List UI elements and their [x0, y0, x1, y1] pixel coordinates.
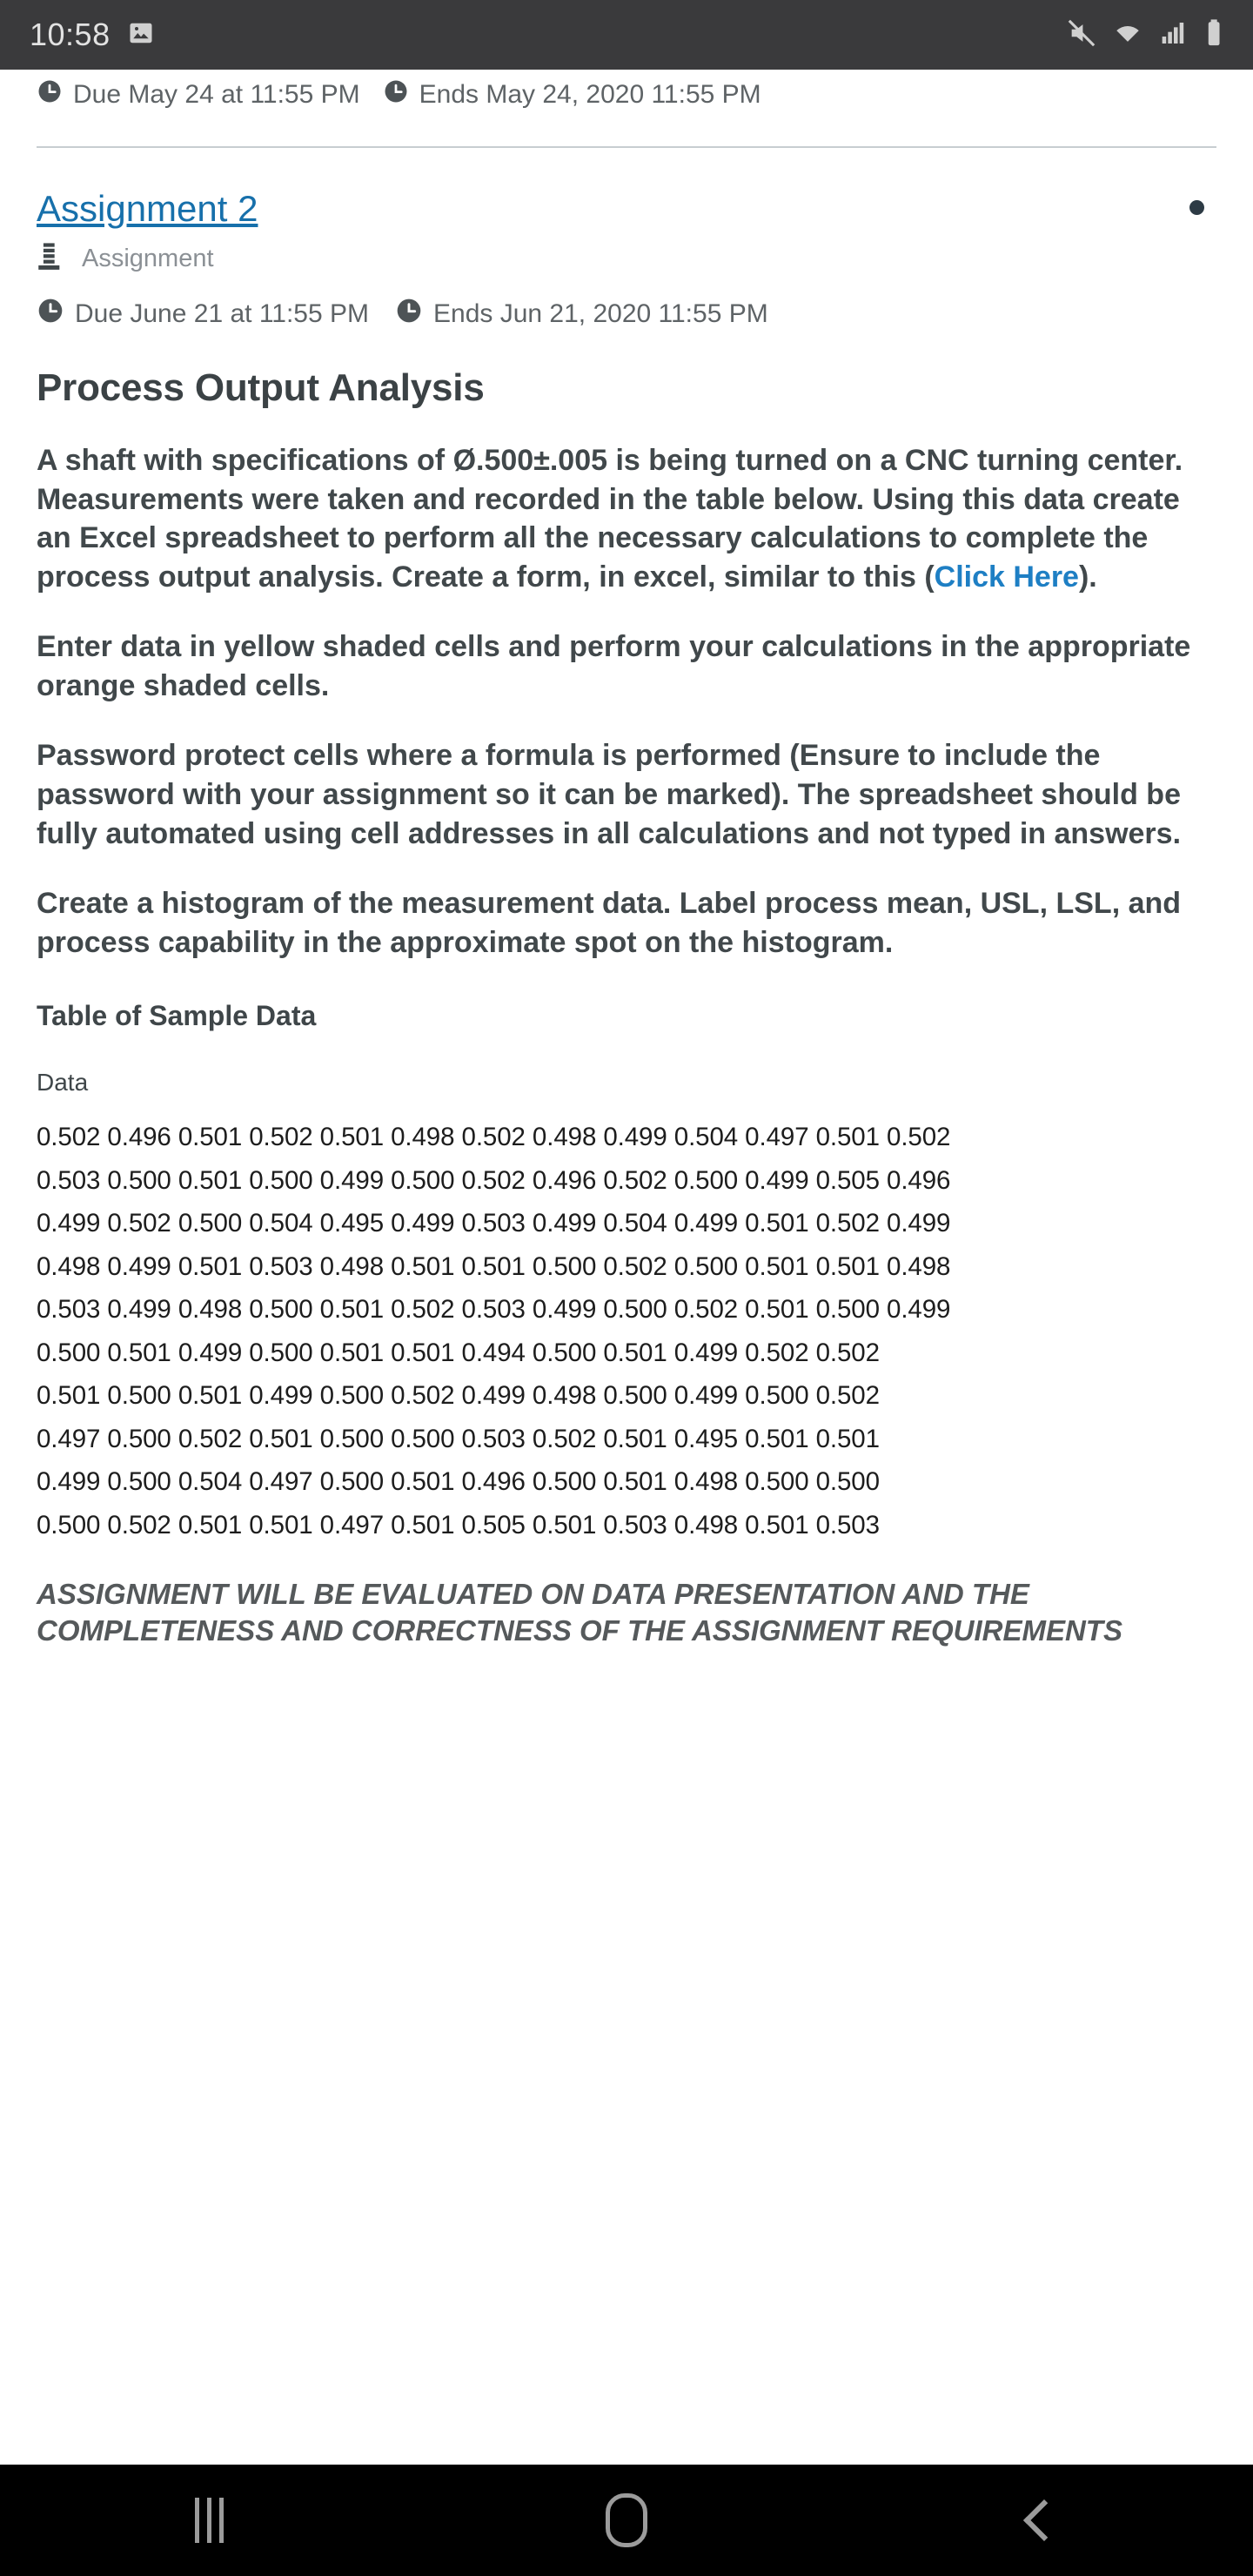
back-chevron-icon — [1022, 2499, 1066, 2542]
android-status-bar: 10:58 — [0, 0, 1253, 70]
assignment-page[interactable]: Due May 24 at 11:55 PM Ends May 24, 2020… — [0, 70, 1253, 2576]
cellular-signal-icon — [1159, 19, 1189, 51]
assignment-header: Assignment 2 Assignment Due June 21 at 1… — [37, 148, 1216, 332]
paragraph-password-protect: Password protect cells where a formula i… — [37, 739, 1182, 850]
home-icon — [606, 2493, 647, 2547]
page-content: Due May 24 at 11:55 PM Ends May 24, 2020… — [0, 70, 1253, 111]
assignment-dates-row: Due June 21 at 11:55 PM Ends Jun 21, 202… — [37, 297, 1216, 332]
status-bar-right — [1067, 18, 1223, 52]
image-icon — [128, 20, 154, 50]
previous-ends-text: Ends May 24, 2020 11:55 PM — [419, 80, 761, 109]
assignment-title-row: Assignment 2 — [37, 188, 1216, 230]
table-heading: Table of Sample Data — [37, 1000, 317, 1032]
clock-icon — [383, 78, 409, 111]
battery-icon — [1204, 18, 1223, 52]
recent-apps-button[interactable] — [144, 2477, 274, 2564]
assignment-document-icon — [37, 242, 63, 276]
table-row: 0.500 0.501 0.499 0.500 0.501 0.501 0.49… — [37, 1338, 880, 1367]
status-bar-left: 10:58 — [30, 17, 154, 53]
table-row: 0.498 0.499 0.501 0.503 0.498 0.501 0.50… — [37, 1251, 951, 1281]
clock-icon — [395, 297, 423, 332]
paragraph-histogram: Create a histogram of the measurement da… — [37, 887, 1182, 959]
recent-apps-icon — [194, 2498, 224, 2543]
assignment-ends-item: Ends Jun 21, 2020 11:55 PM — [395, 297, 768, 332]
assignment-ends-text: Ends Jun 21, 2020 11:55 PM — [433, 299, 768, 329]
assignment-type-label: Assignment — [82, 245, 214, 273]
click-here-link[interactable]: Click Here — [935, 560, 1079, 594]
table-row: 0.503 0.499 0.498 0.500 0.501 0.502 0.50… — [37, 1295, 951, 1325]
table-row: 0.500 0.502 0.501 0.501 0.497 0.501 0.50… — [37, 1510, 880, 1540]
mute-icon — [1067, 18, 1096, 52]
android-navigation-bar — [0, 2465, 1253, 2576]
wifi-icon — [1112, 18, 1143, 52]
table-row: 0.502 0.496 0.501 0.502 0.501 0.498 0.50… — [37, 1123, 951, 1152]
status-clock: 10:58 — [30, 17, 111, 52]
assignment-due-text: Due June 21 at 11:55 PM — [75, 299, 369, 329]
home-button[interactable] — [561, 2477, 692, 2564]
previous-due-text: Due May 24 at 11:55 PM — [73, 80, 360, 109]
table-row: 0.499 0.502 0.500 0.504 0.495 0.499 0.50… — [37, 1209, 951, 1238]
table-row: 0.503 0.500 0.501 0.500 0.499 0.500 0.50… — [37, 1165, 951, 1195]
clock-icon — [37, 297, 64, 332]
document-title: Process Output Analysis — [37, 366, 485, 410]
previous-due-item: Due May 24 at 11:55 PM — [37, 78, 360, 111]
evaluation-note: ASSIGNMENT WILL BE EVALUATED ON DATA PRE… — [37, 1578, 1122, 1647]
unread-dot-indicator — [1189, 200, 1204, 215]
sample-data-table: 0.502 0.496 0.501 0.502 0.501 0.498 0.50… — [37, 1116, 1216, 1546]
clock-icon — [37, 78, 63, 111]
assignment-due-item: Due June 21 at 11:55 PM — [37, 297, 369, 332]
table-row: 0.501 0.500 0.501 0.499 0.500 0.502 0.49… — [37, 1381, 880, 1411]
assignment-title-link[interactable]: Assignment 2 — [37, 188, 258, 230]
assignment-type-row: Assignment — [37, 242, 1216, 276]
paragraph-problem-statement: A shaft with specifications of Ø.500±.00… — [37, 441, 1216, 596]
table-row: 0.497 0.500 0.502 0.501 0.500 0.500 0.50… — [37, 1424, 880, 1453]
paragraph-cell-shading: Enter data in yellow shaded cells and pe… — [37, 630, 1191, 702]
paragraph-1-text-after-link: ). — [1078, 560, 1097, 594]
table-row: 0.499 0.500 0.504 0.497 0.500 0.501 0.49… — [37, 1467, 880, 1497]
back-button[interactable] — [979, 2477, 1109, 2564]
previous-ends-item: Ends May 24, 2020 11:55 PM — [383, 78, 761, 111]
previous-assignment-meta: Due May 24 at 11:55 PM Ends May 24, 2020… — [37, 70, 1216, 111]
assignment-block: Assignment 2 Assignment Due June 21 at 1… — [0, 148, 1253, 1650]
data-column-header: Data — [37, 1069, 89, 1097]
